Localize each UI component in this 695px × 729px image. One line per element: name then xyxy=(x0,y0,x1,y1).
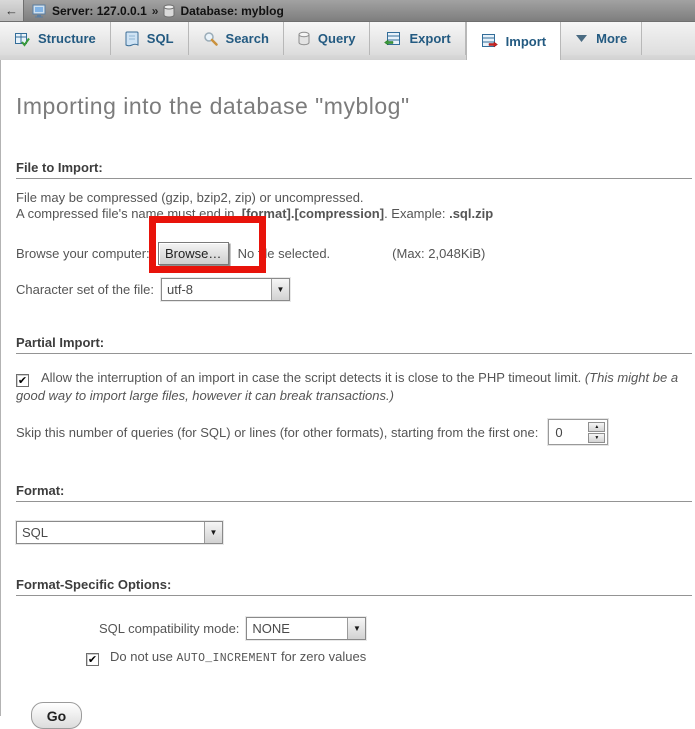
sql-compatibility-label: SQL compatibility mode: xyxy=(99,621,239,636)
export-icon xyxy=(384,31,401,47)
section-heading-format: Format: xyxy=(16,483,692,502)
skip-queries-value: 0 xyxy=(551,425,588,440)
allow-interruption-checkbox[interactable]: ✔ xyxy=(16,374,29,387)
auto-increment-keyword: AUTO_INCREMENT xyxy=(177,652,278,665)
spinner-buttons: ▲ ▼ xyxy=(588,422,605,443)
compression-help-text: File may be compressed (gzip, bzip2, zip… xyxy=(16,190,692,222)
tab-bar: Structure SQL Search Query Export Import xyxy=(0,22,695,60)
breadcrumb-separator: » xyxy=(152,4,159,18)
dropdown-arrow-icon[interactable]: ▼ xyxy=(204,522,222,543)
auto-increment-checkbox[interactable]: ✔ xyxy=(86,653,99,666)
import-icon xyxy=(481,33,498,49)
format-selected-value: SQL xyxy=(17,522,204,543)
dropdown-arrow-icon[interactable]: ▼ xyxy=(347,618,365,639)
sql-compatibility-select[interactable]: NONE ▼ xyxy=(246,617,366,640)
tab-label: Structure xyxy=(38,31,96,46)
back-arrow-icon: ← xyxy=(5,3,18,18)
chevron-down-icon xyxy=(575,34,588,43)
tab-label: Export xyxy=(409,31,450,46)
tab-label: More xyxy=(596,31,627,46)
tab-more[interactable]: More xyxy=(561,22,642,55)
tab-search[interactable]: Search xyxy=(189,22,284,55)
skip-queries-label: Skip this number of queries (for SQL) or… xyxy=(16,425,538,440)
breadcrumb-database[interactable]: Database: myblog xyxy=(180,4,283,18)
spin-down-icon[interactable]: ▼ xyxy=(588,433,605,443)
page-title: Importing into the database "myblog" xyxy=(16,60,692,120)
back-arrow-button[interactable]: ← xyxy=(0,0,24,21)
database-icon xyxy=(163,4,175,18)
sql-compatibility-value: NONE xyxy=(247,618,347,639)
section-heading-file-to-import: File to Import: xyxy=(16,160,692,179)
tab-export[interactable]: Export xyxy=(370,22,465,55)
section-heading-partial-import: Partial Import: xyxy=(16,335,692,354)
main-content: Importing into the database "myblog" Fil… xyxy=(0,60,695,716)
phpmyadmin-import-page: { "breadcrumb": { "back_arrow": "←", "se… xyxy=(0,0,695,716)
charset-selected-value: utf-8 xyxy=(162,279,271,300)
sql-compatibility-row: SQL compatibility mode: NONE ▼ xyxy=(99,617,692,640)
breadcrumb: Server: 127.0.0.1 » Database: myblog xyxy=(24,4,284,18)
search-icon xyxy=(203,31,218,46)
tab-structure[interactable]: Structure xyxy=(0,22,111,55)
allow-interruption-text: Allow the interruption of an import in c… xyxy=(41,370,585,385)
tab-bar-filler xyxy=(642,22,695,55)
tab-sql[interactable]: SQL xyxy=(111,22,189,55)
browse-button[interactable]: Browse… xyxy=(158,242,229,265)
skip-queries-input[interactable]: 0 ▲ ▼ xyxy=(548,419,608,445)
breadcrumb-server[interactable]: Server: 127.0.0.1 xyxy=(52,4,147,18)
skip-queries-row: Skip this number of queries (for SQL) or… xyxy=(16,419,692,445)
auto-increment-text-pre: Do not use xyxy=(110,649,177,664)
query-icon xyxy=(298,31,310,46)
tab-query[interactable]: Query xyxy=(284,22,371,55)
tab-label: Query xyxy=(318,31,356,46)
tab-import[interactable]: Import xyxy=(466,22,561,60)
tab-label: Search xyxy=(226,31,269,46)
charset-select[interactable]: utf-8 ▼ xyxy=(161,278,290,301)
browse-label: Browse your computer: xyxy=(16,246,150,261)
allow-interruption-row: ✔ Allow the interruption of an import in … xyxy=(16,369,688,404)
spin-up-icon[interactable]: ▲ xyxy=(588,422,605,432)
section-heading-format-specific: Format-Specific Options: xyxy=(16,577,692,596)
auto-increment-text-post: for zero values xyxy=(277,649,366,664)
auto-increment-row: ✔ Do not use AUTO_INCREMENT for zero valu… xyxy=(86,649,692,666)
structure-icon xyxy=(14,31,30,47)
tab-label: Import xyxy=(506,34,546,49)
format-select[interactable]: SQL ▼ xyxy=(16,521,223,544)
server-icon xyxy=(32,4,47,18)
breadcrumb-bar: ← Server: 127.0.0.1 » Database: myblog xyxy=(0,0,695,22)
sql-icon xyxy=(125,31,139,47)
tab-label: SQL xyxy=(147,31,174,46)
charset-label: Character set of the file: xyxy=(16,282,154,297)
charset-row: Character set of the file: utf-8 ▼ xyxy=(16,278,692,301)
dropdown-arrow-icon[interactable]: ▼ xyxy=(271,279,289,300)
max-upload-size: (Max: 2,048KiB) xyxy=(392,246,485,261)
file-upload-row: Browse your computer: Browse… No file se… xyxy=(16,241,692,265)
no-file-selected-text: No file selected. xyxy=(238,246,331,261)
